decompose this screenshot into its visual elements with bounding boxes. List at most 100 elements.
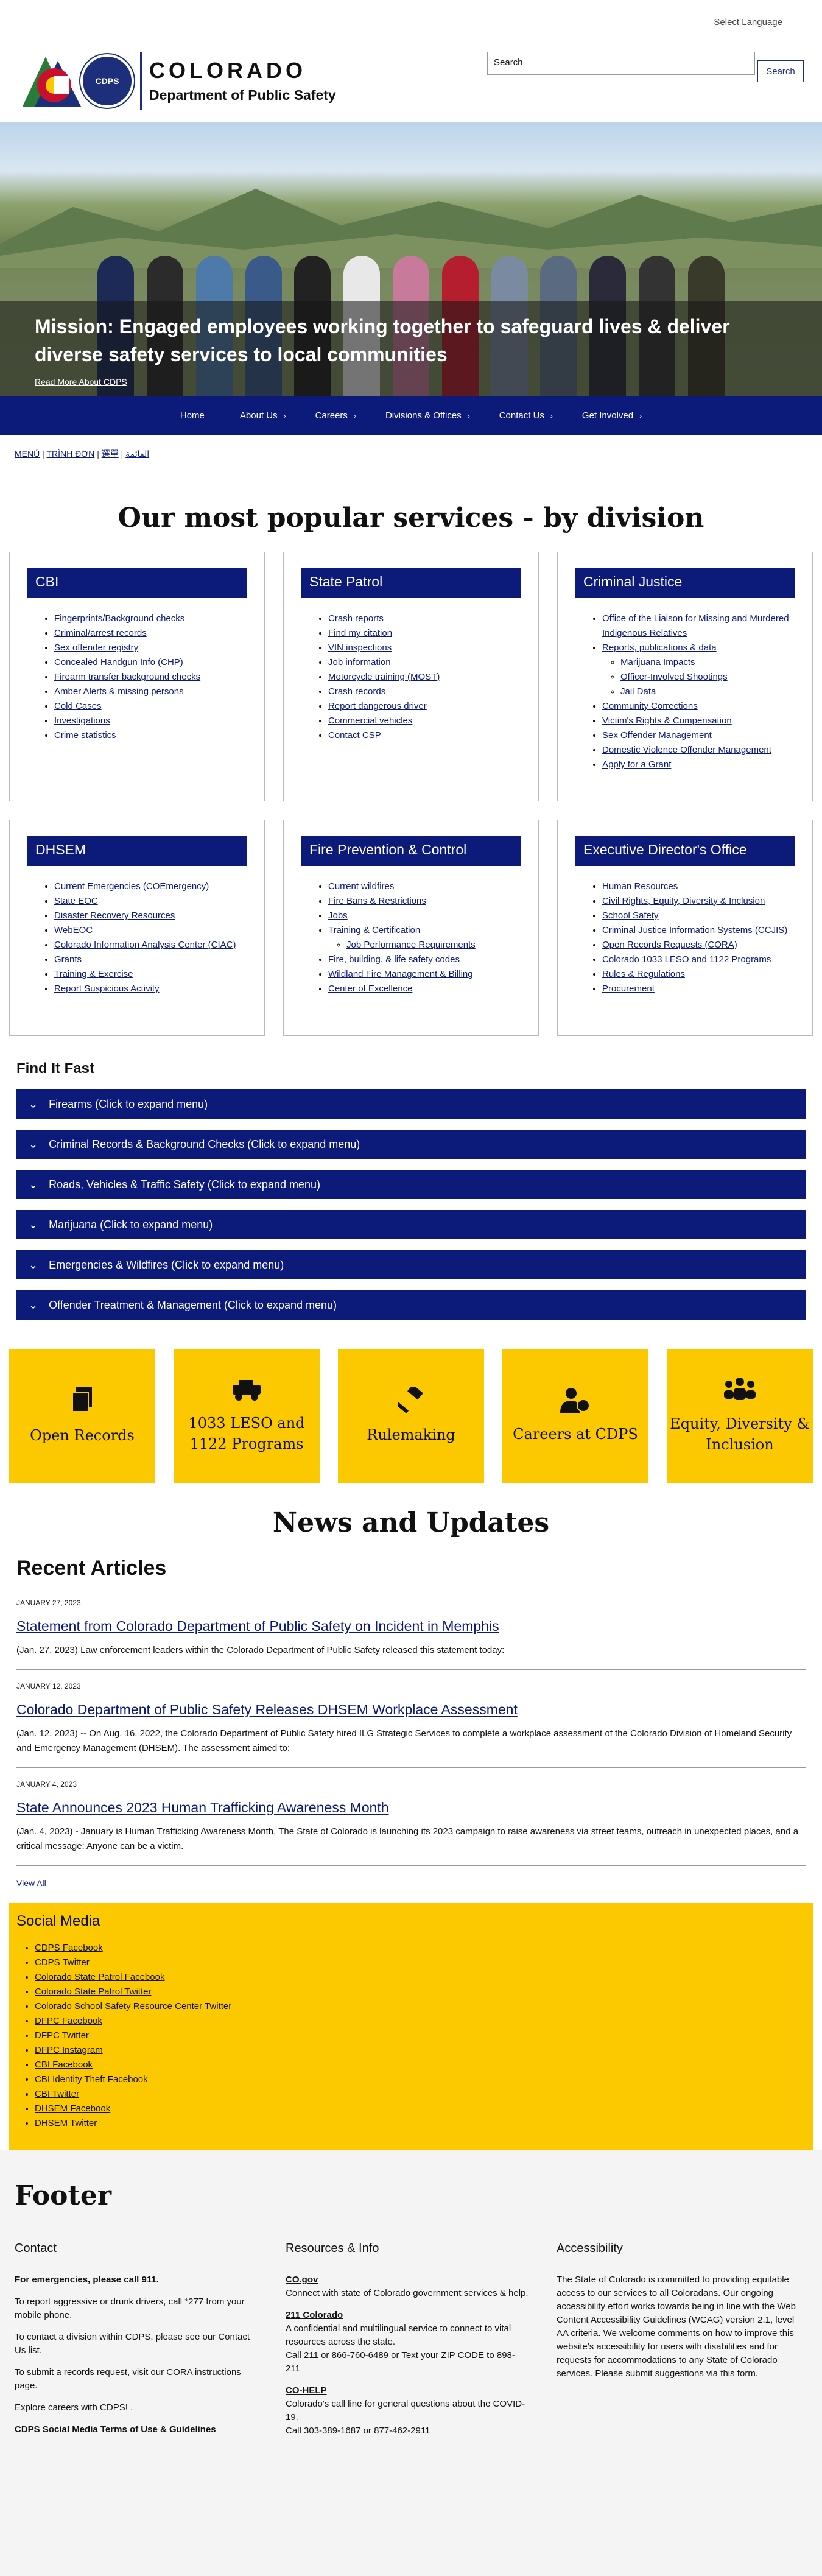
tile-equity[interactable]: Equity, Diversity & Inclusion bbox=[667, 1349, 813, 1483]
service-link[interactable]: VIN inspections bbox=[328, 642, 392, 653]
social-link[interactable]: DHSEM Twitter bbox=[35, 2118, 97, 2128]
social-link[interactable]: CDPS Facebook bbox=[35, 1943, 103, 1953]
service-link[interactable]: Criminal/arrest records bbox=[54, 628, 147, 638]
view-all-link[interactable]: View All bbox=[16, 1878, 46, 1888]
service-sublink[interactable]: Officer-Involved Shootings bbox=[620, 672, 728, 682]
nav-get-involved[interactable]: Get Involved › bbox=[582, 410, 642, 421]
service-link[interactable]: Domestic Violence Offender Management bbox=[602, 745, 771, 755]
service-link[interactable]: Victim's Rights & Compensation bbox=[602, 716, 732, 726]
service-link[interactable]: Job information bbox=[328, 657, 391, 667]
social-link[interactable]: CBI Facebook bbox=[35, 2060, 93, 2070]
service-link[interactable]: Criminal Justice Information Systems (CC… bbox=[602, 925, 787, 935]
service-link[interactable]: Civil Rights, Equity, Diversity & Inclus… bbox=[602, 896, 765, 906]
service-link[interactable]: Report Suspicious Activity bbox=[54, 984, 160, 994]
service-link[interactable]: Training & Exercise bbox=[54, 969, 133, 979]
nav-divisions[interactable]: Divisions & Offices › bbox=[385, 410, 470, 421]
social-link[interactable]: DFPC Twitter bbox=[35, 2030, 89, 2041]
service-link[interactable]: Investigations bbox=[54, 716, 110, 726]
social-link[interactable]: CBI Identity Theft Facebook bbox=[35, 2074, 148, 2085]
service-link[interactable]: Training & Certification bbox=[328, 925, 420, 935]
social-link[interactable]: DHSEM Facebook bbox=[35, 2103, 110, 2114]
service-link[interactable]: Crash records bbox=[328, 686, 385, 697]
menu-link-zh[interactable]: 選單 bbox=[102, 449, 119, 459]
accordion-item-offender[interactable]: ⌄ Offender Treatment & Management (Click … bbox=[16, 1290, 806, 1320]
nav-careers[interactable]: Careers › bbox=[315, 410, 356, 421]
service-link[interactable]: WebEOC bbox=[54, 925, 93, 935]
service-link[interactable]: Human Resources bbox=[602, 881, 678, 892]
social-link[interactable]: DFPC Instagram bbox=[35, 2045, 103, 2055]
service-link[interactable]: Cold Cases bbox=[54, 701, 102, 711]
service-link[interactable]: Fire, building, & life safety codes bbox=[328, 954, 460, 965]
service-link[interactable]: State EOC bbox=[54, 896, 98, 906]
service-link[interactable]: Community Corrections bbox=[602, 701, 698, 711]
service-link[interactable]: Apply for a Grant bbox=[602, 759, 671, 770]
nav-contact-us[interactable]: Contact Us › bbox=[499, 410, 553, 421]
social-link[interactable]: CBI Twitter bbox=[35, 2089, 79, 2099]
service-link[interactable]: Contact CSP bbox=[328, 730, 381, 741]
service-sublink[interactable]: Job Performance Requirements bbox=[346, 940, 476, 950]
search-input[interactable]: Search bbox=[487, 52, 755, 75]
article-title-link[interactable]: Statement from Colorado Department of Pu… bbox=[16, 1618, 806, 1635]
service-link[interactable]: Current Emergencies (COEmergency) bbox=[54, 881, 209, 892]
service-link[interactable]: Concealed Handgun Info (CHP) bbox=[54, 657, 183, 667]
social-media-terms-link[interactable]: CDPS Social Media Terms of Use & Guideli… bbox=[15, 2424, 216, 2435]
service-link[interactable]: Center of Excellence bbox=[328, 984, 412, 994]
menu-link-ar[interactable]: القائمة bbox=[125, 449, 149, 459]
service-sublink[interactable]: Jail Data bbox=[620, 686, 656, 697]
search-button[interactable]: Search bbox=[757, 60, 804, 82]
accessibility-form-link[interactable]: Please submit suggestions via this form. bbox=[595, 2368, 758, 2379]
service-link[interactable]: Find my citation bbox=[328, 628, 392, 638]
menu-link-vi[interactable]: TRÌNH ĐƠN bbox=[46, 449, 94, 459]
service-link[interactable]: School Safety bbox=[602, 910, 659, 921]
service-link[interactable]: Disaster Recovery Resources bbox=[54, 910, 175, 921]
accordion-item-emergencies[interactable]: ⌄ Emergencies & Wildfires (Click to expan… bbox=[16, 1250, 806, 1279]
social-link[interactable]: DFPC Facebook bbox=[35, 2016, 102, 2026]
social-link[interactable]: CDPS Twitter bbox=[35, 1957, 90, 1968]
service-link[interactable]: Crime statistics bbox=[54, 730, 116, 741]
language-select[interactable]: Select Language bbox=[714, 17, 782, 27]
service-link[interactable]: Fire Bans & Restrictions bbox=[328, 896, 426, 906]
service-link[interactable]: Motorcycle training (MOST) bbox=[328, 672, 440, 682]
service-link[interactable]: Colorado Information Analysis Center (CI… bbox=[54, 940, 236, 950]
service-link[interactable]: Open Records Requests (CORA) bbox=[602, 940, 737, 950]
tile-careers[interactable]: Careers at CDPS bbox=[502, 1349, 648, 1483]
service-link[interactable]: Crash reports bbox=[328, 613, 384, 624]
service-link[interactable]: Procurement bbox=[602, 984, 655, 994]
service-link[interactable]: Sex offender registry bbox=[54, 642, 138, 653]
co-gov-link[interactable]: CO.gov bbox=[286, 2275, 318, 2285]
accordion-item-criminal-records[interactable]: ⌄ Criminal Records & Background Checks (C… bbox=[16, 1130, 806, 1159]
accordion-item-marijuana[interactable]: ⌄ Marijuana (Click to expand menu) bbox=[16, 1210, 806, 1239]
service-link[interactable]: Amber Alerts & missing persons bbox=[54, 686, 184, 697]
service-link[interactable]: Grants bbox=[54, 954, 82, 965]
social-link[interactable]: Colorado School Safety Resource Center T… bbox=[35, 2001, 231, 2011]
logo[interactable]: CDPS COLORADO Department of Public Safet… bbox=[16, 52, 336, 110]
tile-rulemaking[interactable]: Rulemaking bbox=[338, 1349, 484, 1483]
service-link[interactable]: Jobs bbox=[328, 910, 348, 921]
service-link[interactable]: Wildland Fire Management & Billing bbox=[328, 969, 473, 979]
service-link[interactable]: Rules & Regulations bbox=[602, 969, 685, 979]
social-link[interactable]: Colorado State Patrol Twitter bbox=[35, 1987, 151, 1997]
service-sublink[interactable]: Marijuana Impacts bbox=[620, 657, 695, 667]
read-more-link[interactable]: Read More About CDPS bbox=[35, 377, 127, 387]
article-title-link[interactable]: State Announces 2023 Human Trafficking A… bbox=[16, 1800, 806, 1816]
service-link[interactable]: Fingerprints/Background checks bbox=[54, 613, 184, 624]
accordion-item-roads[interactable]: ⌄ Roads, Vehicles & Traffic Safety (Click… bbox=[16, 1170, 806, 1199]
service-link[interactable]: Office of the Liaison for Missing and Mu… bbox=[602, 613, 789, 638]
service-link[interactable]: Firearm transfer background checks bbox=[54, 672, 200, 682]
211-colorado-link[interactable]: 211 Colorado bbox=[286, 2310, 343, 2320]
accordion-item-firearms[interactable]: ⌄ Firearms (Click to expand menu) bbox=[16, 1089, 806, 1119]
service-link[interactable]: Commercial vehicles bbox=[328, 716, 412, 726]
service-link[interactable]: Sex Offender Management bbox=[602, 730, 712, 741]
service-link[interactable]: Colorado 1033 LESO and 1122 Programs bbox=[602, 954, 771, 965]
tile-leso[interactable]: 1033 LESO and 1122 Programs bbox=[174, 1349, 320, 1483]
service-link[interactable]: Report dangerous driver bbox=[328, 701, 427, 711]
social-link[interactable]: Colorado State Patrol Facebook bbox=[35, 1972, 164, 1982]
menu-link-es[interactable]: MENÚ bbox=[15, 449, 40, 459]
service-link[interactable]: Current wildfires bbox=[328, 881, 394, 892]
article-title-link[interactable]: Colorado Department of Public Safety Rel… bbox=[16, 1701, 806, 1718]
tile-open-records[interactable]: Open Records bbox=[9, 1349, 155, 1483]
service-link[interactable]: Reports, publications & data bbox=[602, 642, 717, 653]
co-help-link[interactable]: CO-HELP bbox=[286, 2385, 327, 2396]
nav-home[interactable]: Home bbox=[180, 410, 211, 421]
nav-about-us[interactable]: About Us › bbox=[240, 410, 286, 421]
